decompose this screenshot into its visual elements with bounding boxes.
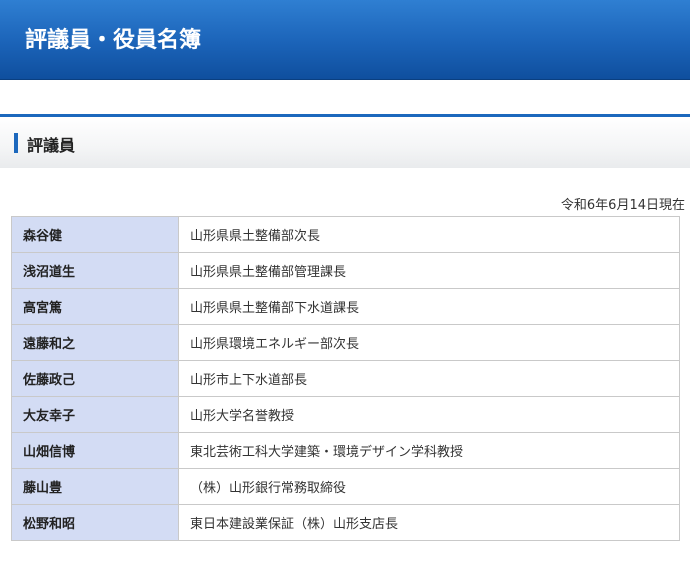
page-banner: 評議員・役員名簿	[0, 0, 690, 80]
table-row: 藤山豊 （株）山形銀行常務取締役	[11, 468, 680, 505]
member-role: 山形大学名誉教授	[178, 396, 680, 433]
as-of-date: 令和6年6月14日現在	[560, 198, 685, 213]
member-name: 藤山豊	[11, 468, 179, 505]
member-role: 山形市上下水道部長	[178, 360, 680, 397]
member-name: 浅沼道生	[11, 252, 179, 289]
table-row: 佐藤政己 山形市上下水道部長	[11, 360, 680, 397]
member-role: 山形県県土整備部次長	[178, 216, 680, 253]
member-name: 佐藤政己	[11, 360, 179, 397]
table-row: 高宮篤 山形県県土整備部下水道課長	[11, 288, 680, 325]
member-role: （株）山形銀行常務取締役	[178, 468, 680, 505]
table-row: 遠藤和之 山形県環境エネルギー部次長	[11, 324, 680, 361]
member-roster-table: 森谷健 山形県県土整備部次長 浅沼道生 山形県県土整備部管理課長 高宮篤 山形県…	[11, 216, 680, 541]
member-role: 山形県県土整備部管理課長	[178, 252, 680, 289]
member-name: 山畑信博	[11, 432, 179, 469]
member-name: 高宮篤	[11, 288, 179, 325]
member-role: 山形県県土整備部下水道課長	[178, 288, 680, 325]
table-row: 森谷健 山形県県土整備部次長	[11, 216, 680, 253]
member-name: 大友幸子	[11, 396, 179, 433]
page-title: 評議員・役員名簿	[25, 28, 202, 53]
member-role: 東日本建設業保証（株）山形支店長	[178, 504, 680, 541]
table-row: 大友幸子 山形大学名誉教授	[11, 396, 680, 433]
member-name: 森谷健	[11, 216, 179, 253]
table-row: 松野和昭 東日本建設業保証（株）山形支店長	[11, 504, 680, 541]
section-accent-bar	[14, 133, 18, 153]
member-name: 松野和昭	[11, 504, 179, 541]
table-row: 山畑信博 東北芸術工科大学建築・環境デザイン学科教授	[11, 432, 680, 469]
member-name: 遠藤和之	[11, 324, 179, 361]
section-header: 評議員	[0, 114, 690, 168]
member-role: 東北芸術工科大学建築・環境デザイン学科教授	[178, 432, 680, 469]
table-row: 浅沼道生 山形県県土整備部管理課長	[11, 252, 680, 289]
member-role: 山形県環境エネルギー部次長	[178, 324, 680, 361]
section-title: 評議員	[27, 136, 76, 155]
